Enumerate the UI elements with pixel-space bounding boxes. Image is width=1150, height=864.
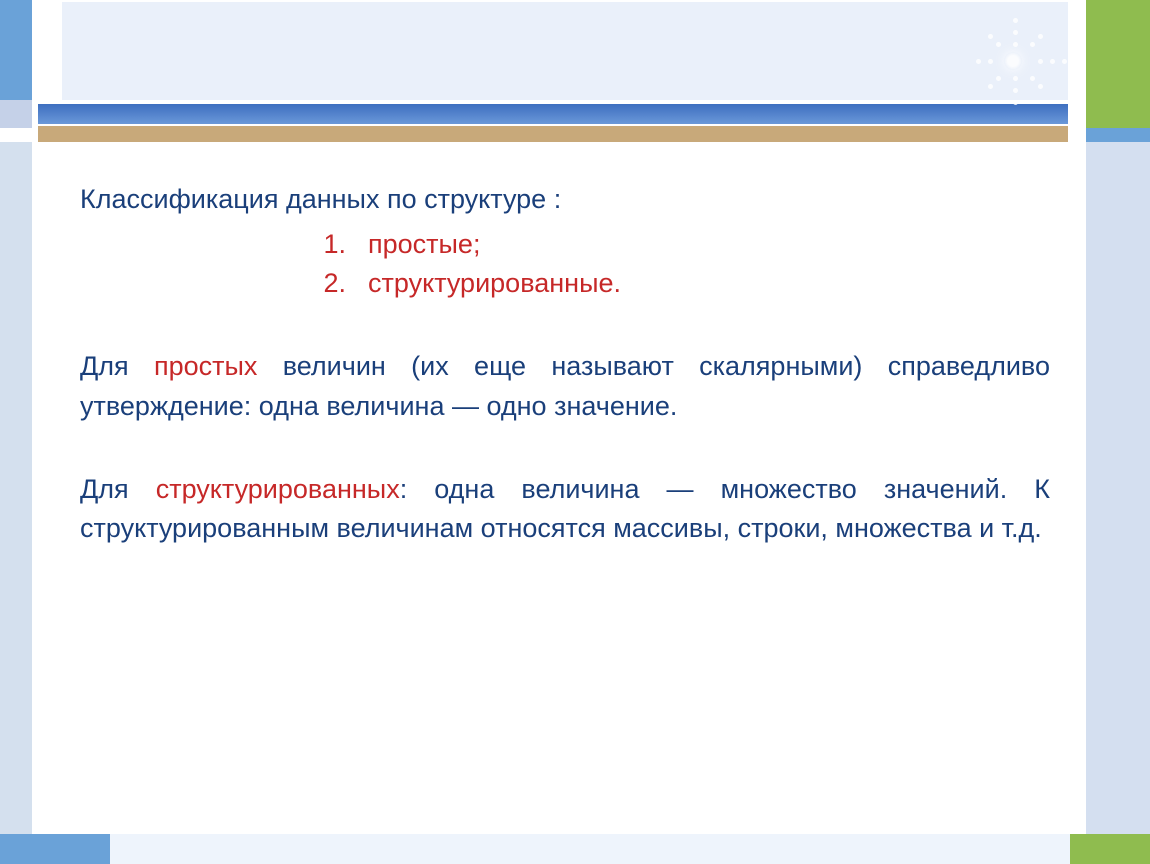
list-number: 2.	[312, 264, 346, 303]
list-text: простые;	[368, 229, 480, 259]
list-item: 2. структурированные.	[80, 264, 1050, 303]
classification-list: 1. простые; 2. структурированные.	[80, 225, 1050, 303]
decor-rect	[0, 142, 32, 864]
slide-content: Классификация данных по структуре : 1. пр…	[80, 180, 1050, 592]
decor-rect	[1070, 834, 1150, 864]
decor-rect	[1086, 128, 1150, 142]
decor-rect	[0, 0, 32, 100]
decor-rect	[62, 2, 1068, 100]
keyword-simple: простых	[154, 351, 257, 381]
decor-rect	[0, 834, 110, 864]
decor-rect	[38, 126, 1068, 142]
decor-rect	[38, 104, 1068, 124]
decor-rect	[110, 834, 1070, 864]
keyword-structured: структурированных	[156, 474, 400, 504]
decor-rect	[0, 128, 32, 142]
list-number: 1.	[312, 225, 346, 264]
decor-rect	[1086, 0, 1150, 128]
decor-rect	[0, 100, 32, 128]
paragraph: Для простых величин (их еще называют ска…	[80, 347, 1050, 425]
decor-rect	[1086, 142, 1150, 864]
heading-text: Классификация данных по структуре :	[80, 180, 1050, 219]
list-item: 1. простые;	[80, 225, 1050, 264]
list-text: структурированные.	[368, 268, 621, 298]
paragraph: Для структурированных: одна величина — м…	[80, 470, 1050, 548]
